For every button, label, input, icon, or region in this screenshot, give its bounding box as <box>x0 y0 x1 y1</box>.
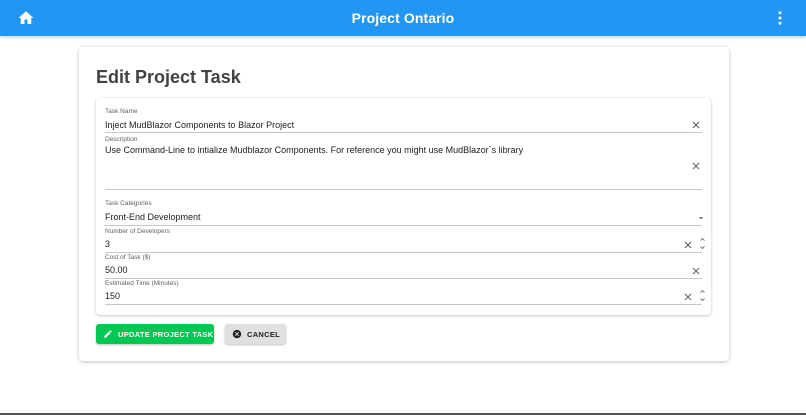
page-title: Edit Project Task <box>96 67 241 87</box>
time-label: Estimated Time (Minutes) <box>105 280 179 287</box>
cost-label: Cost of Task ($) <box>105 254 151 261</box>
clear-icon[interactable] <box>690 119 702 131</box>
clear-icon[interactable] <box>690 160 702 172</box>
cancel-button-label: CANCEL <box>247 330 281 339</box>
edit-task-card: Edit Project Task Task Name Inject MudBl… <box>79 47 729 361</box>
update-project-task-button[interactable]: UPDATE PROJECT TASK <box>96 324 214 344</box>
description-input[interactable]: Use Command-Line to intialize Mudblazor … <box>105 145 523 155</box>
decrement-icon[interactable] <box>698 295 707 304</box>
app-title: Project Ontario <box>351 10 455 26</box>
pencil-icon <box>104 330 112 338</box>
developers-input[interactable]: 3 <box>105 239 110 249</box>
cost-input[interactable]: 50.00 <box>105 265 128 275</box>
task-categories-select[interactable]: Task Categories Front-End Development <box>105 200 704 226</box>
app-bar: Project Ontario <box>0 0 806 36</box>
description-field[interactable]: Description Use Command-Line to intializ… <box>105 136 702 190</box>
task-name-label: Task Name <box>105 108 138 115</box>
task-categories-label: Task Categories <box>105 200 152 207</box>
cancel-button[interactable]: CANCEL <box>225 324 286 344</box>
decrement-icon[interactable] <box>698 243 707 252</box>
description-label: Description <box>105 136 138 143</box>
cancel-circle-icon <box>232 329 242 339</box>
clear-icon[interactable] <box>682 291 694 303</box>
more-vert-icon[interactable] <box>771 9 789 27</box>
clear-icon[interactable] <box>682 239 694 251</box>
arrow-drop-down-icon[interactable] <box>696 213 706 223</box>
update-button-label: UPDATE PROJECT TASK <box>118 330 214 339</box>
task-name-input[interactable]: Inject MudBlazor Components to Blazor Pr… <box>105 120 294 130</box>
developers-field[interactable]: Number of Developers 3 <box>105 228 705 253</box>
task-form: Task Name Inject MudBlazor Components to… <box>96 98 711 315</box>
time-field[interactable]: Estimated Time (Minutes) 150 <box>105 280 705 305</box>
cost-field[interactable]: Cost of Task ($) 50.00 <box>105 254 702 279</box>
task-categories-value[interactable]: Front-End Development <box>105 212 201 222</box>
developers-label: Number of Developers <box>105 228 171 235</box>
time-input[interactable]: 150 <box>105 291 120 301</box>
clear-icon[interactable] <box>690 265 702 277</box>
task-name-field[interactable]: Task Name Inject MudBlazor Components to… <box>105 108 702 133</box>
